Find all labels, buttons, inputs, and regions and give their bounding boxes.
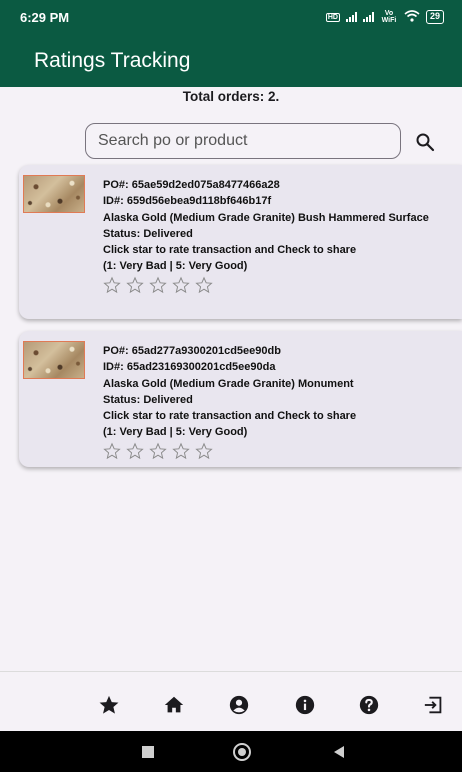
rating-instruction: Click star to rate transaction and Check… (103, 244, 357, 257)
order-card: PO#: 65ae59d2ed075a8477466a28 ID#: 659d5… (19, 165, 462, 319)
product-name: Alaska Gold (Medium Grade Granite) Bush … (103, 211, 429, 224)
order-details: PO#: 65ad277a9300201cd5ee90db ID#: 65ad2… (103, 343, 455, 460)
nav-ratings-button[interactable] (98, 694, 120, 716)
rating-scale: (1: Very Bad | 5: Very Good) (103, 260, 248, 273)
search-placeholder: Search po or product (98, 132, 248, 149)
rating-instruction: Click star to rate transaction and Check… (103, 410, 357, 423)
nav-home-button[interactable] (163, 694, 185, 716)
app-bar: Ratings Tracking (0, 34, 462, 87)
account-icon (229, 695, 249, 715)
product-thumbnail (23, 341, 85, 379)
po-number: PO#: 65ae59d2ed075a8477466a28 (103, 179, 280, 191)
nav-account-button[interactable] (228, 694, 250, 716)
back-button[interactable] (332, 745, 346, 764)
star-rating (103, 276, 455, 294)
star-3-icon[interactable] (149, 276, 167, 294)
vowifi-label: Vo WiFi (381, 10, 397, 24)
order-id: ID#: 659d56ebea9d118bf646b17f (103, 195, 272, 208)
home-system-icon (238, 748, 246, 756)
star-5-icon[interactable] (195, 442, 213, 460)
search-button[interactable] (413, 130, 437, 154)
home-system-button[interactable] (233, 743, 251, 761)
help-icon (359, 695, 379, 715)
sim-icon: HD (325, 12, 340, 22)
recent-apps-button[interactable] (142, 746, 154, 758)
back-icon (334, 746, 344, 758)
star-5-icon[interactable] (195, 276, 213, 294)
bottom-navigation (0, 671, 462, 731)
signal-icon (345, 12, 357, 22)
status-bar: 6:29 PM HD Vo WiFi 29 (0, 0, 462, 34)
star-1-icon[interactable] (103, 276, 121, 294)
battery-icon: 29 (425, 10, 444, 24)
nav-help-button[interactable] (358, 694, 380, 716)
product-name: Alaska Gold (Medium Grade Granite) Monum… (103, 377, 354, 390)
status-icons: HD Vo WiFi 29 (325, 9, 444, 25)
star-3-icon[interactable] (149, 442, 167, 460)
nav-info-button[interactable] (294, 694, 316, 716)
home-icon (164, 696, 184, 713)
order-details: PO#: 65ae59d2ed075a8477466a28 ID#: 659d5… (103, 177, 455, 294)
star-icon (99, 695, 119, 714)
product-thumbnail (23, 175, 85, 213)
search-input[interactable]: Search po or product (85, 123, 401, 159)
signal-icon-2 (362, 12, 374, 22)
star-4-icon[interactable] (172, 442, 190, 460)
info-icon (295, 695, 315, 715)
total-orders-label: Total orders: 2. (182, 89, 280, 104)
status-time: 6:29 PM (20, 9, 70, 25)
system-navigation-bar (0, 731, 462, 772)
star-2-icon[interactable] (126, 442, 144, 460)
star-1-icon[interactable] (103, 442, 121, 460)
wifi-icon (404, 9, 420, 25)
nav-logout-button[interactable] (423, 694, 445, 716)
order-status: Status: Delivered (103, 227, 193, 240)
order-card: PO#: 65ad277a9300201cd5ee90db ID#: 65ad2… (19, 331, 462, 467)
search-icon (416, 133, 435, 152)
rating-scale: (1: Very Bad | 5: Very Good) (103, 426, 248, 439)
logout-icon (424, 696, 442, 714)
order-id: ID#: 65ad23169300201cd5ee90da (103, 361, 276, 374)
po-number: PO#: 65ad277a9300201cd5ee90db (103, 345, 281, 357)
star-rating (103, 442, 455, 460)
star-2-icon[interactable] (126, 276, 144, 294)
page-title: Ratings Tracking (34, 48, 191, 72)
order-status: Status: Delivered (103, 393, 193, 406)
star-4-icon[interactable] (172, 276, 190, 294)
